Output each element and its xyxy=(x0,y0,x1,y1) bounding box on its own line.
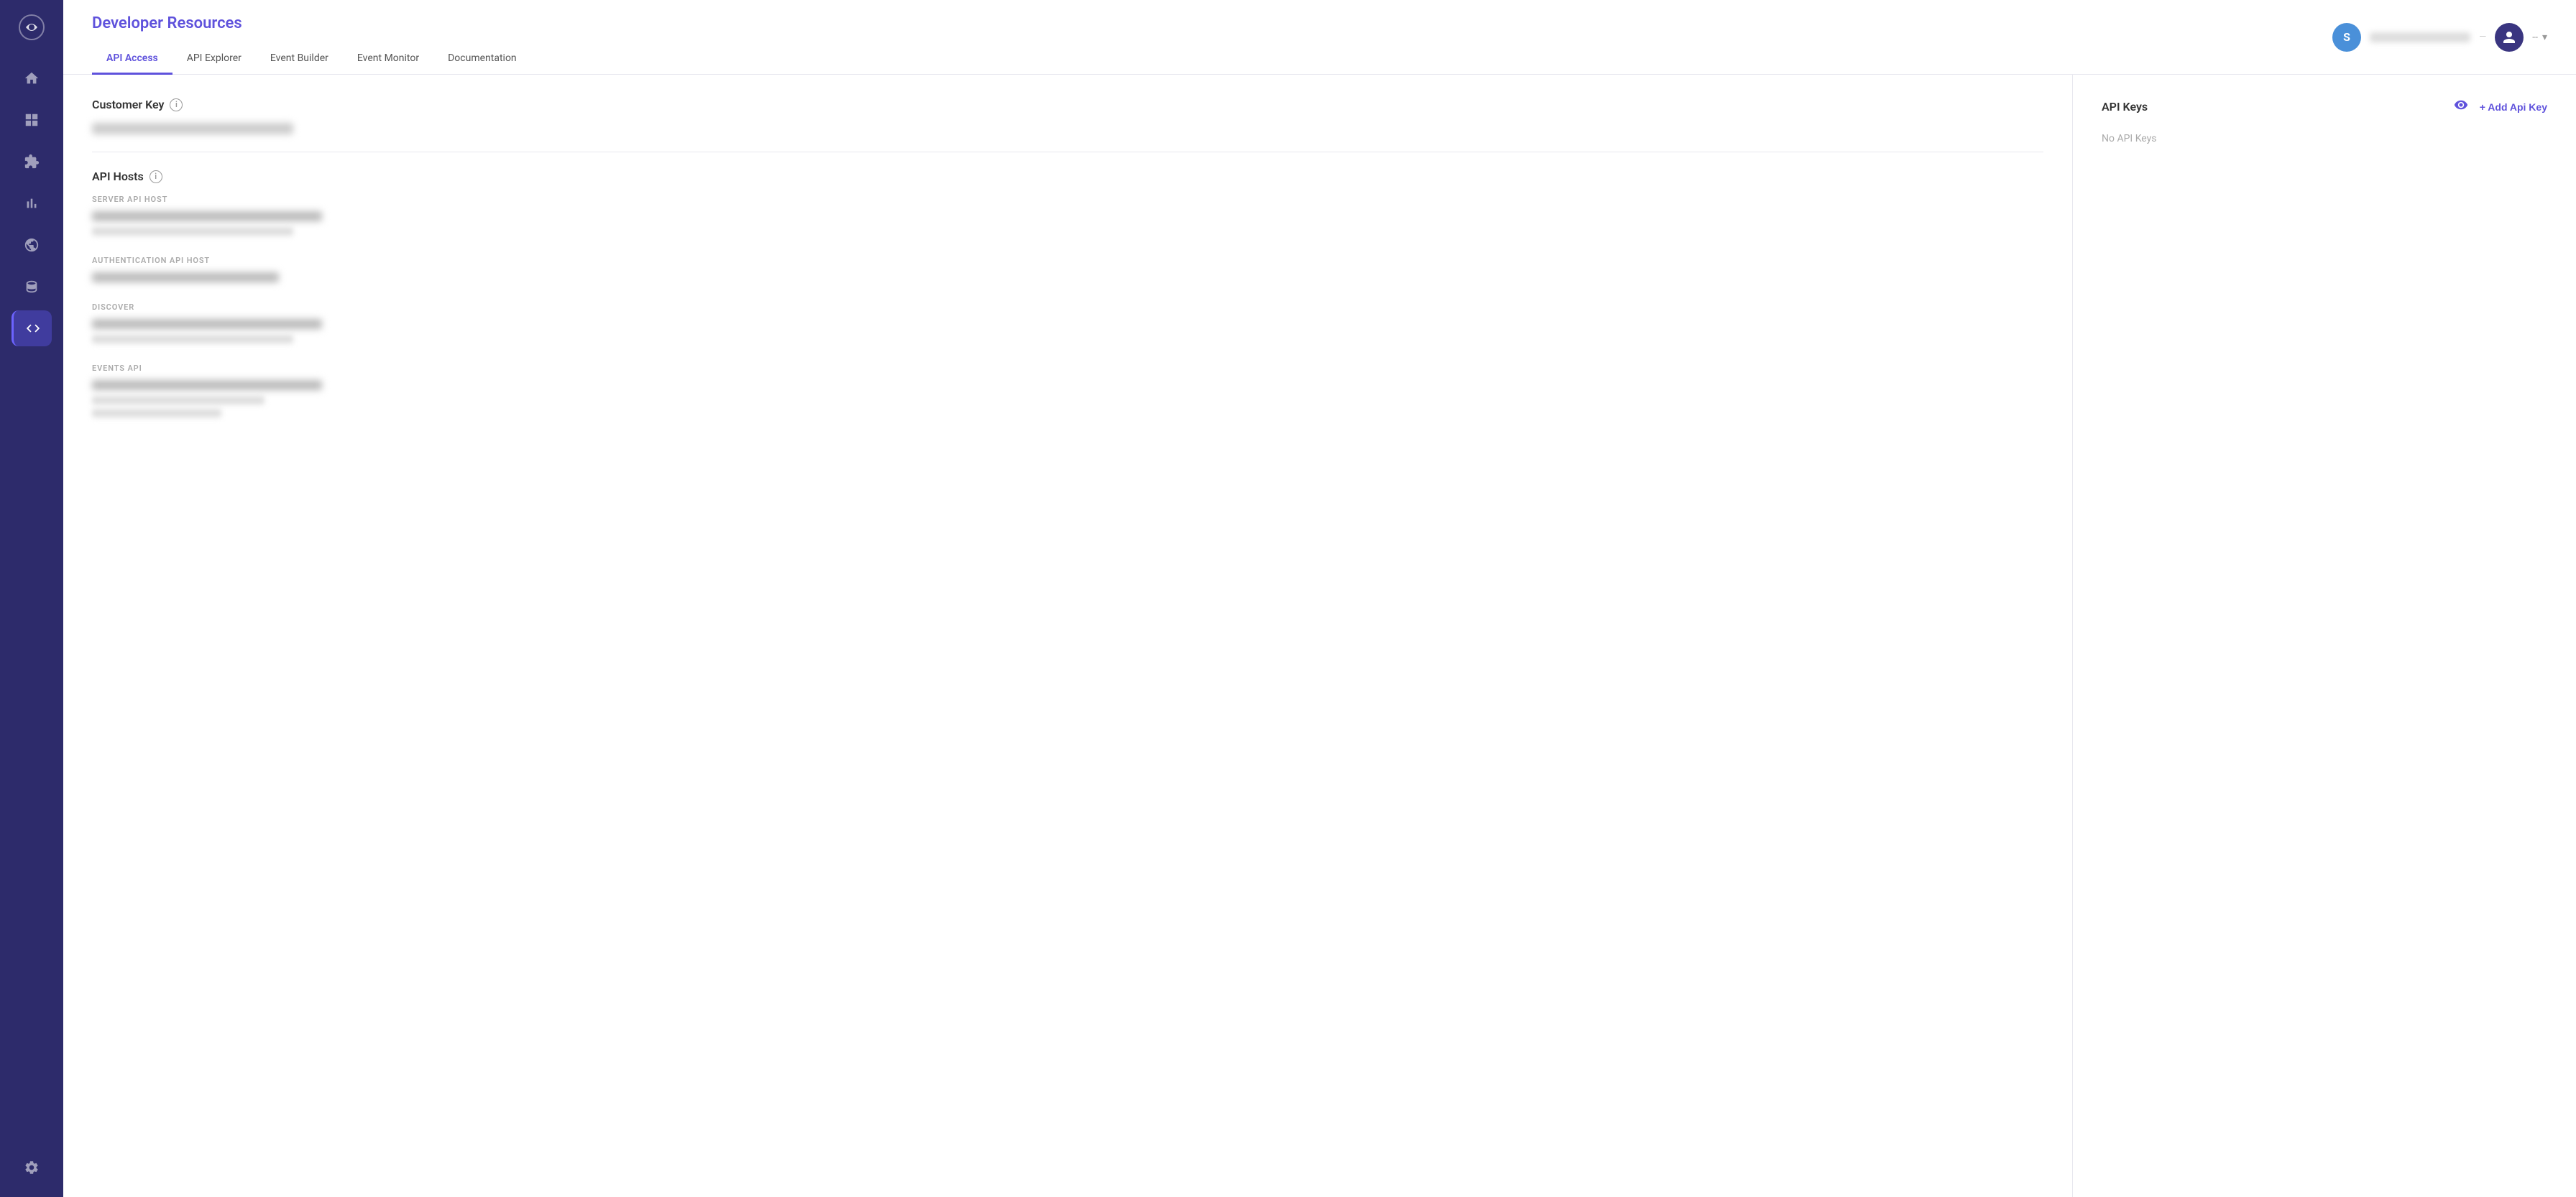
add-api-key-button[interactable]: + Add Api Key xyxy=(2480,101,2547,113)
auth-api-host-label: AUTHENTICATION API HOST xyxy=(92,256,2043,265)
tab-api-access[interactable]: API Access xyxy=(92,44,172,75)
header: Developer Resources API Access API Explo… xyxy=(63,0,2576,75)
tabs-bar: API Access API Explorer Event Builder Ev… xyxy=(92,44,531,74)
api-hosts-info-icon[interactable]: i xyxy=(150,170,162,183)
sidebar-bottom xyxy=(12,1150,52,1186)
events-api-label: EVENTS API xyxy=(92,364,2043,373)
tab-event-monitor[interactable]: Event Monitor xyxy=(343,44,433,75)
customer-key-info-icon[interactable]: i xyxy=(170,98,183,111)
customer-key-title: Customer Key xyxy=(92,98,164,111)
discover-url xyxy=(92,319,322,329)
api-hosts-section-title: API Hosts i xyxy=(92,170,2043,183)
discover-sub xyxy=(92,335,293,343)
content-area: Customer Key i API Hosts i SERVER API HO… xyxy=(63,75,2576,1197)
events-api-sub xyxy=(92,396,264,405)
tab-documentation[interactable]: Documentation xyxy=(433,44,531,75)
discover-block: DISCOVER xyxy=(92,302,2043,343)
server-api-host-block: SERVER API HOST xyxy=(92,195,2043,236)
no-api-keys-message: No API Keys xyxy=(2102,133,2547,144)
right-panel: API Keys + Add Api Key No API Keys xyxy=(2073,75,2576,1197)
customer-key-section-title: Customer Key i xyxy=(92,98,2043,111)
auth-api-host-url xyxy=(92,272,279,282)
header-actions: -- ▾ xyxy=(2532,32,2547,43)
page-title: Developer Resources xyxy=(92,14,531,32)
avatar: S xyxy=(2332,23,2361,52)
events-api-block: EVENTS API xyxy=(92,364,2043,417)
events-api-url xyxy=(92,380,322,390)
server-api-host-url xyxy=(92,211,322,221)
api-keys-header: API Keys + Add Api Key xyxy=(2102,98,2547,116)
api-keys-actions: + Add Api Key xyxy=(2454,98,2547,116)
sidebar-item-home[interactable] xyxy=(12,60,52,96)
sidebar-item-dashboard[interactable] xyxy=(12,102,52,138)
api-hosts-title: API Hosts xyxy=(92,170,144,183)
sidebar-item-integrations[interactable] xyxy=(12,144,52,180)
sidebar xyxy=(0,0,63,1197)
left-panel: Customer Key i API Hosts i SERVER API HO… xyxy=(63,75,2073,1197)
sidebar-item-analytics[interactable] xyxy=(12,185,52,221)
sidebar-item-global[interactable] xyxy=(12,227,52,263)
header-right: S — -- ▾ xyxy=(2332,23,2547,52)
app-logo[interactable] xyxy=(16,11,47,43)
main-content: Developer Resources API Access API Explo… xyxy=(63,0,2576,1197)
user-name xyxy=(2370,32,2470,42)
sidebar-item-developer[interactable] xyxy=(12,310,52,346)
user-icon[interactable] xyxy=(2495,23,2524,52)
discover-label: DISCOVER xyxy=(92,302,2043,312)
auth-api-host-block: AUTHENTICATION API HOST xyxy=(92,256,2043,282)
toggle-visibility-icon[interactable] xyxy=(2454,98,2468,116)
events-api-sub2 xyxy=(92,409,221,417)
sidebar-item-settings[interactable] xyxy=(12,1150,52,1186)
customer-key-value xyxy=(92,123,293,134)
tab-api-explorer[interactable]: API Explorer xyxy=(172,44,256,75)
server-api-host-sub xyxy=(92,227,293,236)
sidebar-item-database[interactable] xyxy=(12,269,52,305)
tab-event-builder[interactable]: Event Builder xyxy=(256,44,343,75)
server-api-host-label: SERVER API HOST xyxy=(92,195,2043,204)
separator: — xyxy=(2479,32,2486,42)
chevron-down-icon[interactable]: ▾ xyxy=(2542,32,2547,43)
api-keys-title: API Keys xyxy=(2102,100,2148,114)
sidebar-nav xyxy=(0,60,63,346)
dropdown-dash: -- xyxy=(2532,32,2538,43)
header-left: Developer Resources API Access API Explo… xyxy=(92,14,531,74)
